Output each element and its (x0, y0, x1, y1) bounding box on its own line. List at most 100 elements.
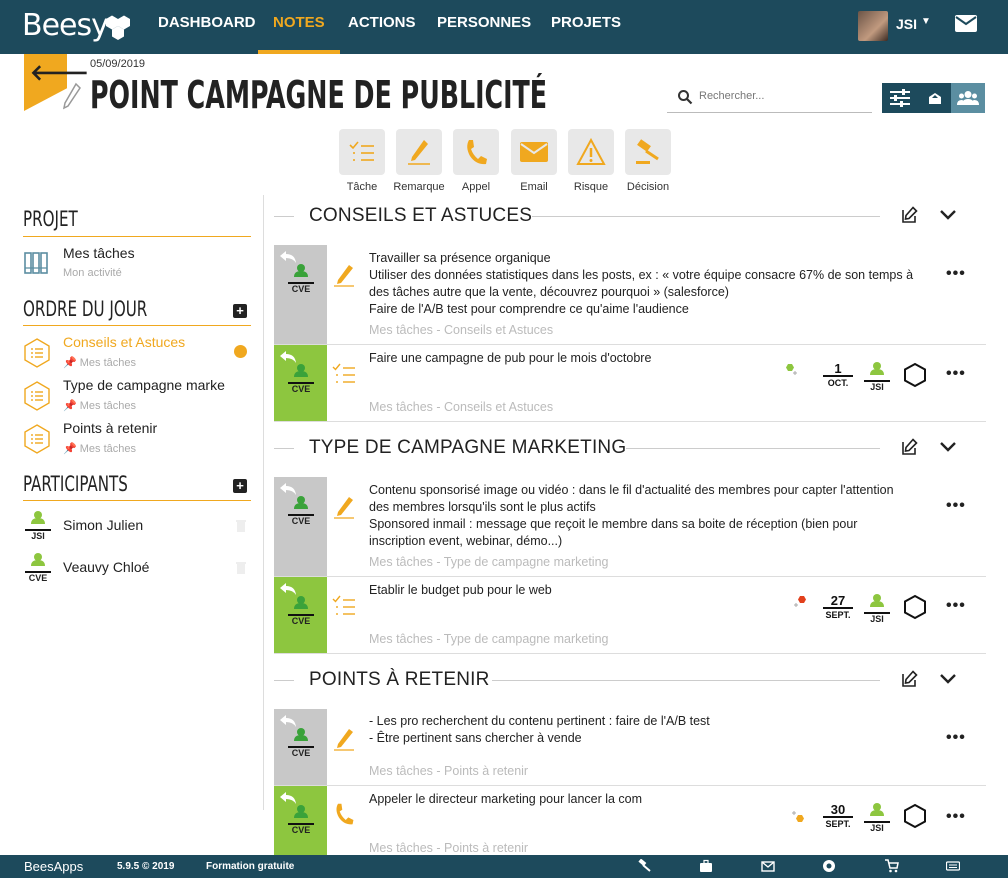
nav-notes[interactable]: NOTES (258, 0, 340, 54)
due-date-badge[interactable]: 30 SEPT. (823, 803, 853, 830)
author-avatar: CVE (288, 596, 314, 627)
section-title-3[interactable]: POINTS À RETENIR (309, 669, 490, 691)
add-email-button[interactable]: Email (511, 129, 557, 193)
nav-personnes[interactable]: PERSONNES (437, 0, 531, 54)
note-card[interactable]: CVE Travailler sa présence organique Uti… (274, 245, 986, 345)
filter-button[interactable] (882, 83, 918, 113)
chevron-down-icon[interactable] (939, 438, 957, 456)
more-options-icon[interactable]: ••• (946, 497, 966, 515)
due-date-badge[interactable]: 27 SEPT. (823, 594, 853, 621)
reply-icon[interactable] (279, 250, 297, 264)
task-card[interactable]: CVE Etablir le budget pub pour le web Me… (274, 577, 986, 654)
sidebar-agenda-item-2[interactable]: Type de campagne marke (63, 377, 225, 393)
note-text[interactable]: Contenu sponsorisé image ou vidéo : dans… (369, 482, 914, 550)
nav-dashboard[interactable]: DASHBOARD (158, 0, 256, 54)
gavel-icon[interactable] (637, 859, 651, 873)
sidebar-agenda-sub-2: 📌 Mes tâches (63, 400, 137, 412)
reply-icon[interactable] (279, 582, 297, 596)
reply-icon[interactable] (279, 714, 297, 728)
add-decision-button[interactable]: Décision (625, 129, 671, 193)
assignee-avatar[interactable]: JSI (864, 362, 890, 393)
task-card[interactable]: CVE Faire une campagne de pub pour le mo… (274, 345, 986, 422)
sidebar-heading-projet: PROJET (23, 207, 78, 231)
person-icon (31, 511, 45, 524)
participant-initials: CVE (25, 571, 51, 584)
author-initials: CVE (288, 746, 314, 759)
page-title[interactable]: POINT CAMPAGNE DE PUBLICITÉ (90, 73, 547, 117)
view-toggle-group (882, 83, 985, 113)
participants-view-button[interactable] (951, 83, 985, 113)
envelope-icon[interactable] (761, 859, 775, 873)
add-task-button[interactable]: Tâche (339, 129, 385, 193)
status-hexagon-icon[interactable] (902, 362, 928, 388)
content-divider (263, 195, 264, 810)
assignee-avatar[interactable]: JSI (864, 803, 890, 834)
app-logo[interactable]: Beesy (22, 8, 109, 43)
sidebar-agenda-item-1[interactable]: Conseils et Astuces (63, 334, 185, 350)
lifebuoy-icon[interactable] (822, 859, 836, 873)
chevron-down-icon[interactable] (939, 206, 957, 224)
gavel-icon (636, 139, 659, 164)
app-version: 5.9.5 © 2019 (117, 861, 175, 872)
author-avatar: CVE (288, 364, 314, 395)
due-date-badge[interactable]: 1 OCT. (823, 362, 853, 389)
reply-icon[interactable] (279, 482, 297, 496)
edit-title-pencil-icon[interactable] (62, 82, 82, 110)
user-avatar[interactable] (858, 11, 888, 41)
caret-down-icon[interactable]: ▼ (921, 16, 931, 27)
priority-hexagon-icon[interactable] (784, 363, 798, 377)
pencil-icon (408, 140, 430, 165)
edit-icon[interactable] (900, 438, 918, 456)
add-agenda-item-button[interactable]: + (233, 304, 247, 318)
training-link[interactable]: Formation gratuite (206, 861, 294, 872)
participant-name-1[interactable]: Simon Julien (63, 517, 143, 533)
sidebar-divider (23, 500, 251, 501)
priority-hexagon-icon[interactable] (792, 810, 806, 824)
trash-icon[interactable] (236, 519, 246, 532)
nav-actions[interactable]: ACTIONS (348, 0, 416, 54)
note-text[interactable]: Travailler sa présence organique Utilise… (369, 250, 914, 318)
call-card[interactable]: CVE Appeler le directeur marketing pour … (274, 786, 986, 855)
participant-name-2[interactable]: Veauvy Chloé (63, 559, 149, 575)
add-call-button[interactable]: Appel (453, 129, 499, 193)
status-hexagon-icon[interactable] (902, 803, 928, 829)
archive-view-button[interactable] (918, 83, 951, 113)
add-remark-button[interactable]: Remarque (393, 129, 445, 193)
sidebar-project-name[interactable]: Mes tâches (63, 245, 135, 261)
add-risk-button[interactable]: Risque (568, 129, 614, 193)
section-title-2[interactable]: TYPE DE CAMPAGNE MARKETING (309, 437, 627, 459)
more-options-icon[interactable]: ••• (946, 808, 966, 826)
note-text[interactable]: - Les pro recherchent du contenu pertine… (369, 713, 914, 747)
envelope-icon[interactable] (955, 15, 977, 32)
nav-projets[interactable]: PROJETS (551, 0, 621, 54)
edit-icon[interactable] (900, 206, 918, 224)
person-icon (294, 496, 308, 509)
note-card[interactable]: CVE - Les pro recherchent du contenu per… (274, 709, 986, 786)
assignee-initials: JSI (864, 380, 890, 393)
assignee-avatar[interactable]: JSI (864, 594, 890, 625)
trash-icon[interactable] (236, 561, 246, 574)
priority-hexagon-icon[interactable] (794, 595, 808, 609)
sidebar-divider (23, 325, 251, 326)
edit-icon[interactable] (900, 670, 918, 688)
chevron-down-icon[interactable] (939, 670, 957, 688)
user-menu-name[interactable]: JSI (896, 16, 917, 32)
section-title-1[interactable]: CONSEILS ET ASTUCES (309, 205, 533, 227)
more-options-icon[interactable]: ••• (946, 265, 966, 283)
status-hexagon-icon[interactable] (902, 594, 928, 620)
more-options-icon[interactable]: ••• (946, 365, 966, 383)
reply-icon[interactable] (279, 350, 297, 364)
section-rule (492, 680, 880, 681)
footer-bar: BeesApps 5.9.5 © 2019 Formation gratuite (0, 855, 1008, 878)
add-participant-button[interactable]: + (233, 479, 247, 493)
keyboard-icon[interactable] (946, 859, 960, 873)
footer-logo[interactable]: BeesApps (24, 859, 83, 874)
more-options-icon[interactable]: ••• (946, 729, 966, 747)
note-card[interactable]: CVE Contenu sponsorisé image ou vidéo : … (274, 477, 986, 577)
briefcase-icon[interactable] (699, 859, 713, 873)
sidebar-agenda-item-3[interactable]: Points à retenir (63, 420, 157, 436)
more-options-icon[interactable]: ••• (946, 597, 966, 615)
search-input[interactable] (699, 90, 864, 102)
shopping-cart-icon[interactable] (885, 859, 899, 873)
reply-icon[interactable] (279, 791, 297, 805)
